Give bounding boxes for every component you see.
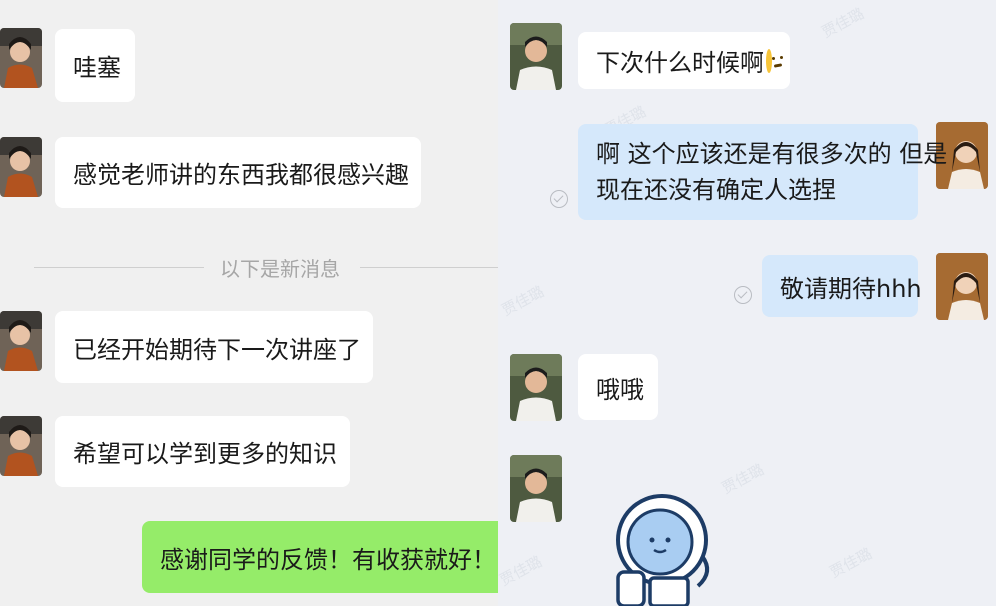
- sender-avatar[interactable]: [510, 354, 562, 421]
- incoming-message: 下次什么时候啊: [578, 32, 790, 89]
- sender-avatar[interactable]: [510, 23, 562, 90]
- sender-avatar[interactable]: [0, 28, 42, 88]
- thinking-face-emoji: [766, 48, 775, 73]
- sender-avatar[interactable]: [510, 455, 562, 522]
- sender-avatar[interactable]: [0, 416, 42, 476]
- message-line: 现在还没有确定人选捏: [596, 176, 836, 204]
- incoming-message: 哦哦: [578, 354, 658, 420]
- astronaut-sticker[interactable]: [610, 490, 722, 606]
- outgoing-message: 感谢同学的反馈！有收获就好！: [142, 521, 498, 593]
- watermark: 贾佳璐: [498, 552, 545, 590]
- message-line: 啊 这个应该还是有很多次的 但是: [596, 140, 948, 168]
- incoming-message: 已经开始期待下一次讲座了: [55, 311, 373, 383]
- sender-avatar[interactable]: [0, 137, 42, 197]
- sender-avatar[interactable]: [0, 311, 42, 371]
- divider-line-left: [34, 267, 204, 268]
- watermark: 贾佳璐: [498, 282, 547, 320]
- outgoing-message: 敬请期待hhh: [762, 255, 922, 317]
- incoming-message: 哇塞: [55, 29, 135, 102]
- incoming-message: 希望可以学到更多的知识: [55, 416, 350, 487]
- left-chat-panel: 哇塞 感觉老师讲的东西我都很感兴趣 以下是新消息 已经开始期待下一次讲座了 希望…: [0, 0, 498, 606]
- message-text: 下次什么时候啊: [596, 49, 764, 77]
- read-check-icon: [550, 190, 568, 208]
- outgoing-message: 啊 这个应该还是有很多次的 但是 现在还没有确定人选捏: [578, 124, 947, 220]
- new-messages-divider: 以下是新消息: [220, 257, 340, 281]
- divider-line-right: [360, 267, 498, 268]
- watermark: 贾佳璐: [818, 4, 867, 42]
- incoming-message: 感觉老师讲的东西我都很感兴趣: [55, 137, 421, 208]
- self-avatar[interactable]: [936, 253, 988, 320]
- right-chat-panel: 贾佳璐 贾佳璐 贾佳璐 贾佳璐 贾佳璐 贾佳璐 下次什么时候啊 啊 这个应该还是…: [498, 0, 996, 606]
- watermark: 贾佳璐: [826, 544, 875, 582]
- watermark: 贾佳璐: [718, 460, 767, 498]
- read-check-icon: [734, 286, 752, 304]
